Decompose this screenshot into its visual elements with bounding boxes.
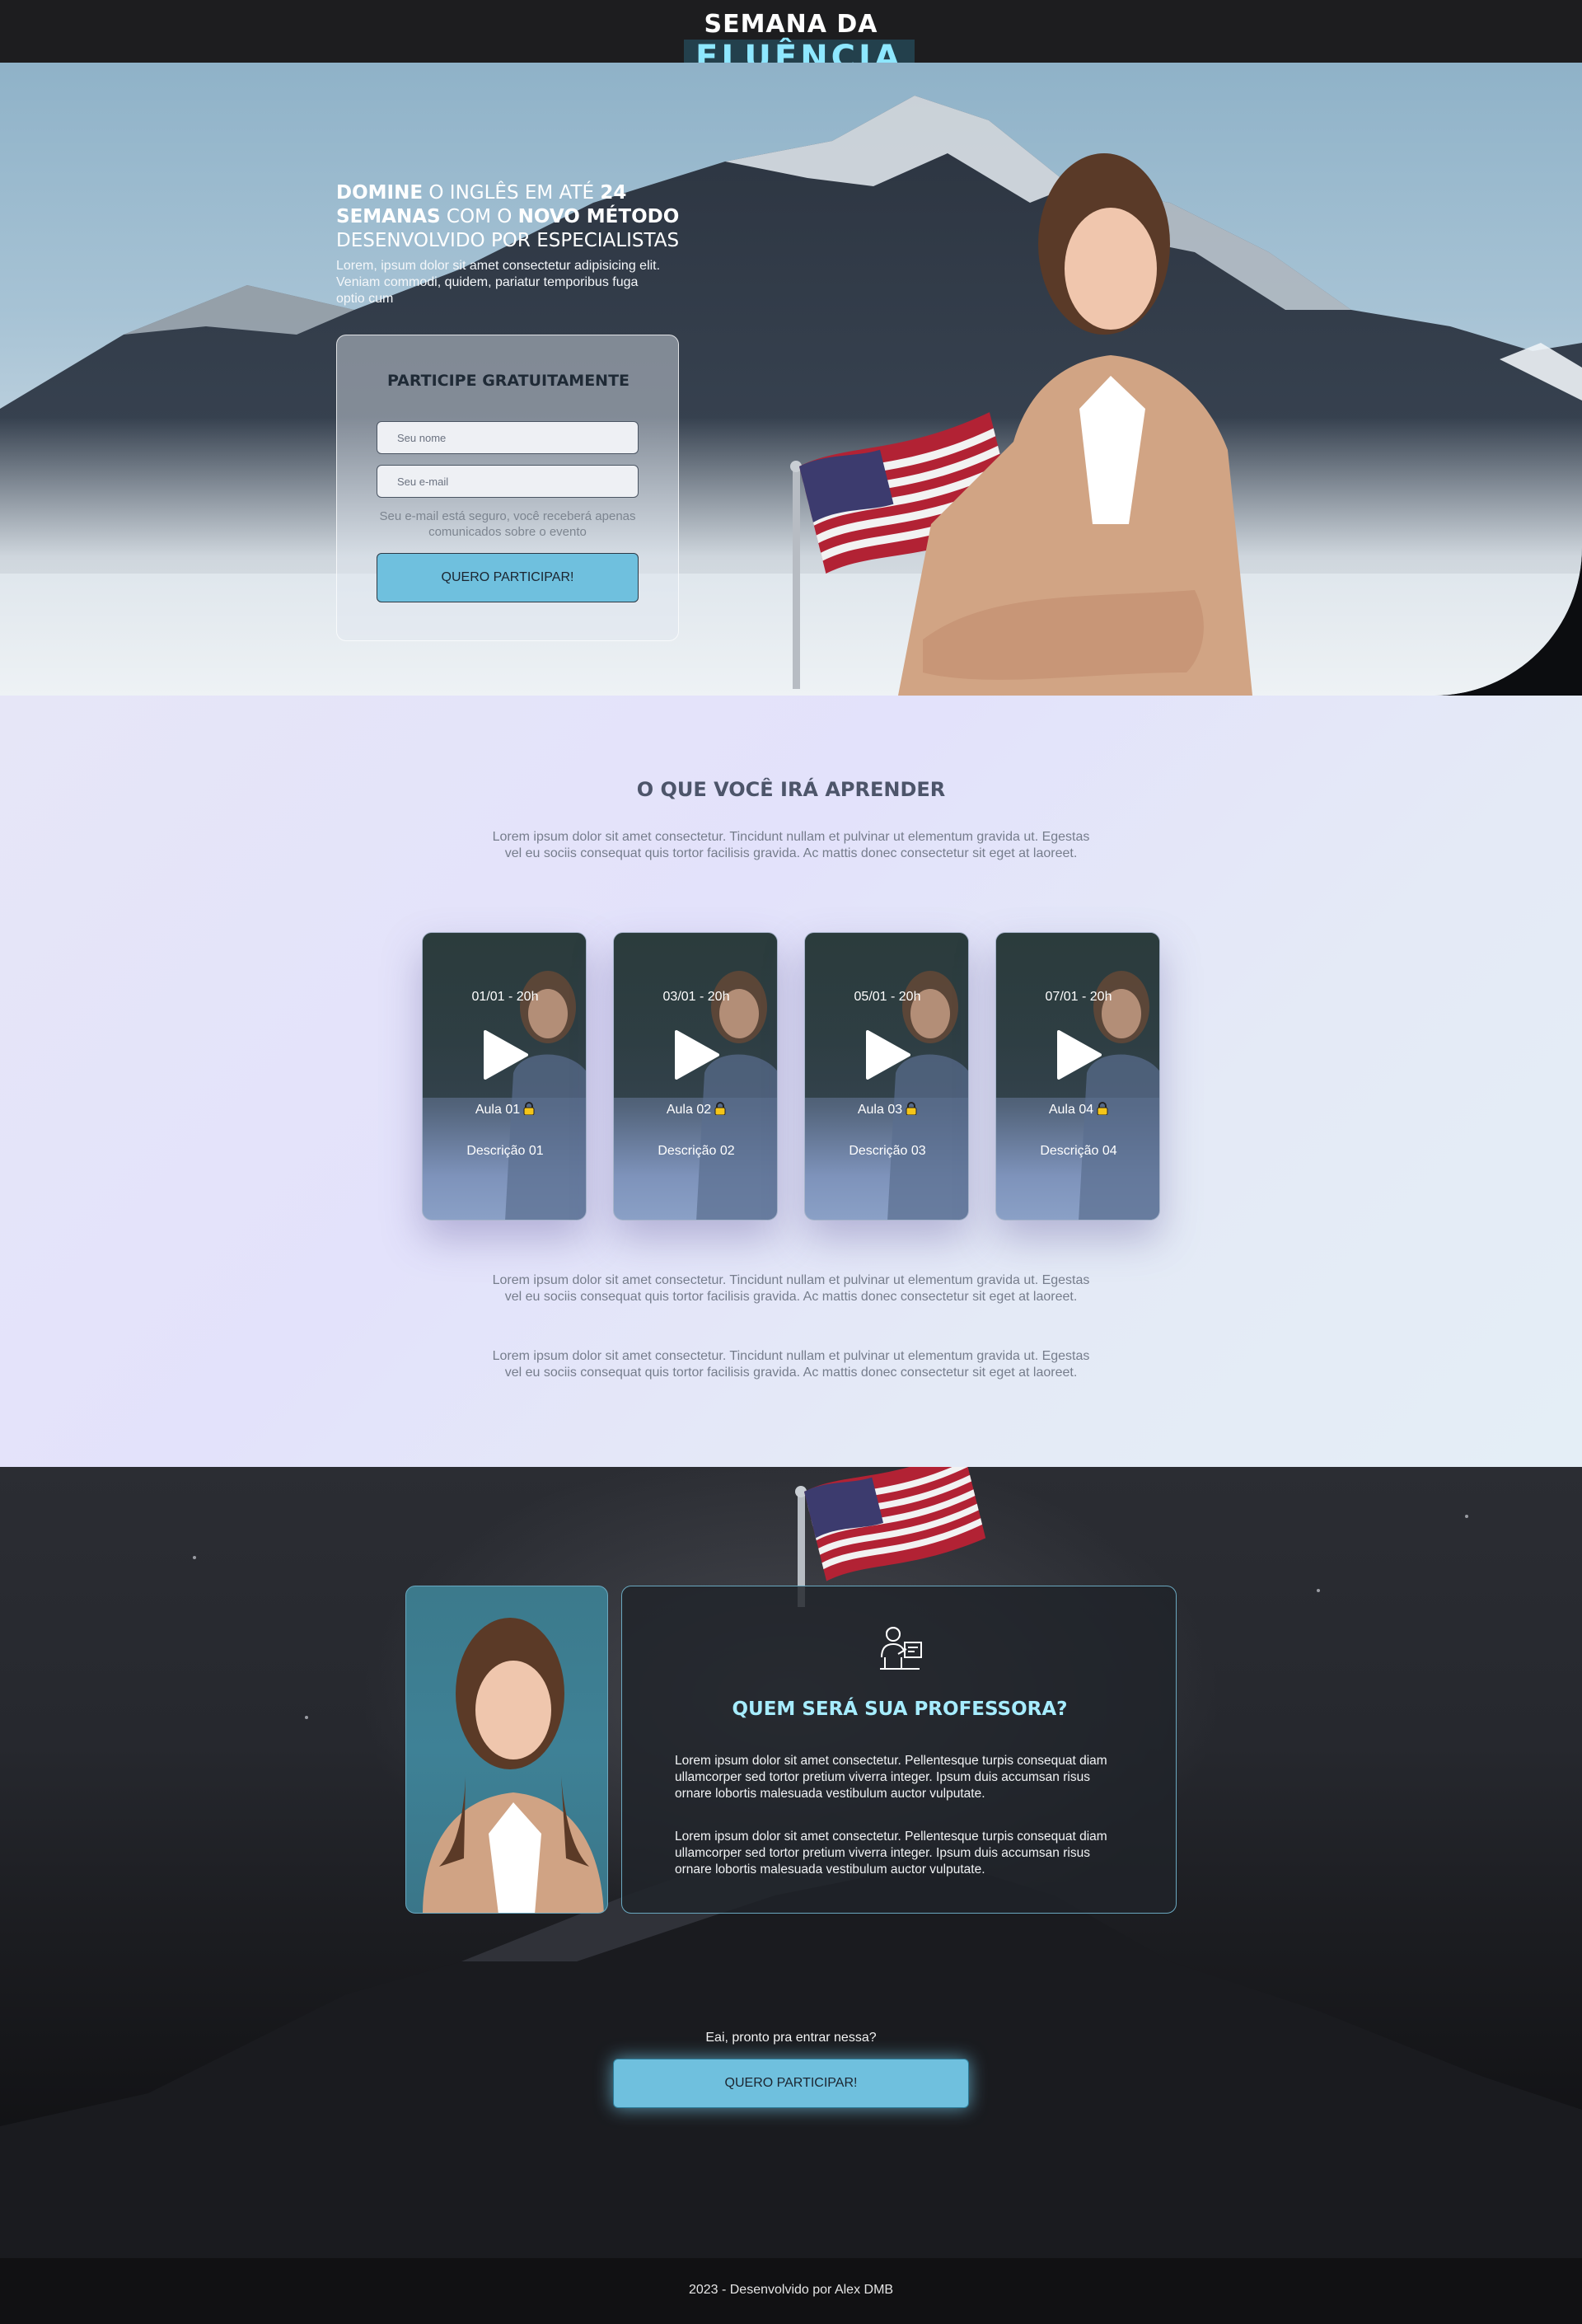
form-title: PARTICIPE GRATUITAMENTE [386,372,630,390]
hero-copy: DOMINE O INGLÊS EM ATÉ 24 SEMANAS COM O … [336,181,699,307]
play-icon[interactable] [482,1030,528,1080]
lesson-title: Aula 02 [614,1102,777,1117]
lesson-cards: 01/01 - 20h Aula 01 Descrição 01 03/01 -… [422,932,1160,1221]
lesson-description: Descrição 04 [1040,1144,1117,1158]
play-icon[interactable] [1055,1030,1102,1080]
lesson-title-text: Aula 02 [666,1103,712,1117]
lesson-card-2[interactable]: 03/01 - 20h Aula 02 Descrição 02 [613,932,778,1221]
teacher-icon [880,1627,922,1670]
teacher-bio-1: Lorem ipsum dolor sit amet consectetur. … [675,1754,1107,1801]
lock-icon [523,1102,535,1115]
lesson-title: Aula 04 [996,1102,1159,1117]
logo-line-1: SEMANA DA [704,10,878,39]
lesson-date: 05/01 - 20h [854,990,921,1004]
lock-icon [906,1102,917,1115]
lesson-description: Descrição 02 [658,1144,735,1158]
play-icon[interactable] [864,1030,910,1080]
teacher-info-card: QUEM SERÁ SUA PROFESSORA? Lorem ipsum do… [621,1586,1177,1914]
hero-section: DOMINE O INGLÊS EM ATÉ 24 SEMANAS COM O … [0,63,1582,696]
cta-question: Eai, pronto pra entrar nessa? [705,2031,877,2045]
hero-subtitle: Lorem, ipsum dolor sit amet consectetur … [336,259,661,306]
cta-join-button[interactable]: QUERO PARTICIPAR! [613,2059,969,2108]
lesson-date: 07/01 - 20h [1045,990,1112,1004]
title-text-1: O INGLÊS EM ATÉ [423,182,601,204]
lesson-card-4[interactable]: 07/01 - 20h Aula 04 Descrição 04 [995,932,1160,1221]
mountain-background [0,96,1582,696]
lock-icon [1097,1102,1108,1115]
lock-icon [714,1102,726,1115]
title-strong-1: DOMINE [336,182,424,204]
lesson-title: Aula 03 [805,1102,968,1117]
play-icon[interactable] [673,1030,719,1080]
footer: 2023 - Desenvolvido por Alex DMB [0,2258,1582,2324]
teacher-bio-2: Lorem ipsum dolor sit amet consectetur. … [675,1830,1107,1877]
lesson-date: 03/01 - 20h [662,990,730,1004]
lesson-title-text: Aula 03 [857,1103,903,1117]
lesson-card-1[interactable]: 01/01 - 20h Aula 01 Descrição 01 [422,932,587,1221]
privacy-note: Seu e-mail está seguro, você receberá ap… [379,509,636,539]
lesson-date: 01/01 - 20h [471,990,539,1004]
lesson-description: Descrição 03 [849,1144,926,1158]
title-text-2: COM O [440,206,518,227]
learn-intro: Lorem ipsum dolor sit amet consectetur. … [492,830,1090,860]
name-input[interactable] [377,421,639,454]
lesson-description: Descrição 01 [466,1144,544,1158]
learn-paragraph-2: Lorem ipsum dolor sit amet consectetur. … [492,1273,1090,1304]
footer-credit: 2023 - Desenvolvido por Alex DMB [688,2283,894,2297]
lesson-title: Aula 01 [423,1102,586,1117]
title-strong-3: NOVO MÉTODO [517,206,680,227]
join-button[interactable]: QUERO PARTICIPAR! [377,553,639,602]
hero-title: DOMINE O INGLÊS EM ATÉ 24 SEMANAS COM O … [336,181,699,253]
professor-section: QUEM SERÁ SUA PROFESSORA? Lorem ipsum do… [0,1467,1582,2258]
signup-form: PARTICIPE GRATUITAMENTE Seu e-mail está … [336,335,679,641]
top-header: SEMANA DA FLUÊNCIA [0,0,1582,76]
title-text-3: DESENVOLVIDO POR ESPECIALISTAS [336,230,680,251]
learn-paragraph-3: Lorem ipsum dolor sit amet consectetur. … [492,1349,1090,1380]
lesson-card-3[interactable]: 05/01 - 20h Aula 03 Descrição 03 [804,932,969,1221]
teacher-photo [405,1586,608,1914]
learn-title: O QUE VOCÊ IRÁ APRENDER [636,778,946,801]
teacher-portrait [423,1618,604,1913]
email-input[interactable] [377,465,639,498]
lesson-title-text: Aula 01 [475,1103,521,1117]
teacher-title: QUEM SERÁ SUA PROFESSORA? [732,1698,1068,1720]
lesson-title-text: Aula 04 [1048,1103,1094,1117]
learn-section: O QUE VOCÊ IRÁ APRENDER Lorem ipsum dolo… [0,696,1582,1467]
